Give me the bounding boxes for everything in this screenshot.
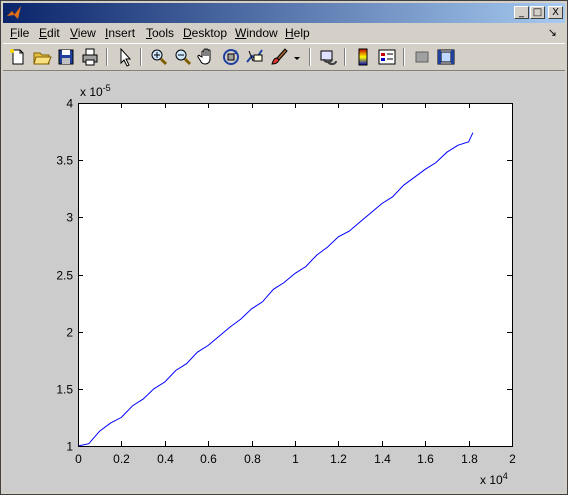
axes-area[interactable] [78,103,512,446]
x-tick-label: 0.8 [244,452,261,466]
y-multiplier-label: x 10-5 [80,83,111,99]
toolbar-separator [106,48,108,66]
legend-icon[interactable] [377,47,397,67]
y-tick-label: 1.5 [56,383,73,397]
menu-desktop[interactable]: Desktop [183,26,227,40]
save-icon[interactable] [56,47,76,67]
title-bar[interactable]: _ □ X [3,3,565,23]
x-tick-label: 0.4 [157,452,174,466]
dock-arrow-icon[interactable]: ↘ [548,26,557,39]
edit-plot-arrow-icon[interactable] [115,47,135,67]
toolbar-separator [309,48,311,66]
x-tick-label: 1 [292,452,299,466]
y-tick-label: 4 [66,97,73,111]
show-plot-tools-icon[interactable] [436,47,456,67]
menu-file[interactable]: File [10,26,29,40]
x-multiplier-label: x 104 [480,471,508,487]
toolbar-separator [344,48,346,66]
x-tick-label: 0 [75,452,82,466]
rotate-3d-icon[interactable] [221,47,241,67]
x-tick-label: 1.2 [330,452,347,466]
y-tick-label: 3.5 [56,154,73,168]
x-tick-label: 1.8 [461,452,478,466]
x-tick-label: 1.4 [374,452,391,466]
x-tick-label: 0.2 [113,452,130,466]
x-tick-label: 2 [509,452,516,466]
minimize-button[interactable]: _ [514,6,529,19]
menu-bar: File Edit View Insert Tools Desktop Wind… [3,24,565,43]
data-cursor-icon[interactable] [245,47,265,67]
y-tick-label: 3 [66,211,73,225]
x-tick-label: 0.6 [200,452,217,466]
menu-view[interactable]: View [70,26,96,40]
menu-tools[interactable]: Tools [146,26,174,40]
pan-hand-icon[interactable] [197,47,217,67]
menu-window[interactable]: Window [235,26,278,40]
close-button[interactable]: X [548,6,563,19]
zoom-in-icon[interactable] [149,47,169,67]
link-plot-icon[interactable] [318,47,338,67]
y-tick-label: 1 [66,440,73,454]
y-tick-label: 2.5 [56,269,73,283]
brush-icon[interactable] [269,47,289,67]
maximize-button[interactable]: □ [530,6,545,19]
toolbar-separator [140,48,142,66]
menu-insert[interactable]: Insert [105,26,135,40]
colorbar-icon[interactable] [353,47,373,67]
zoom-out-icon[interactable] [173,47,193,67]
figure-canvas: 0 0.2 0.4 0.6 0.8 1 1.2 1.4 1.6 1.8 2 1 1.5 2 2.5 3 3.5 4… [3,72,565,492]
y-tick-label: 2 [66,326,73,340]
figure-toolbar [3,43,565,71]
matlab-figure-window: _ □ X File Edit View Insert Tools Deskto… [0,0,568,495]
line-plot[interactable]: 0 0.2 0.4 0.6 0.8 1 1.2 1.4 1.6 1.8 2 1 1.5 2 2.5 3 3.5 4… [3,72,565,492]
matlab-logo-icon [7,6,21,19]
new-figure-icon[interactable] [8,47,28,67]
hide-plot-tools-icon[interactable] [412,47,432,67]
menu-edit[interactable]: Edit [39,26,60,40]
menu-help[interactable]: Help [285,26,310,40]
x-tick-label: 1.6 [417,452,434,466]
brush-dropdown-icon[interactable] [291,47,303,67]
print-icon[interactable] [80,47,100,67]
open-file-icon[interactable] [32,47,52,67]
toolbar-separator [403,48,405,66]
